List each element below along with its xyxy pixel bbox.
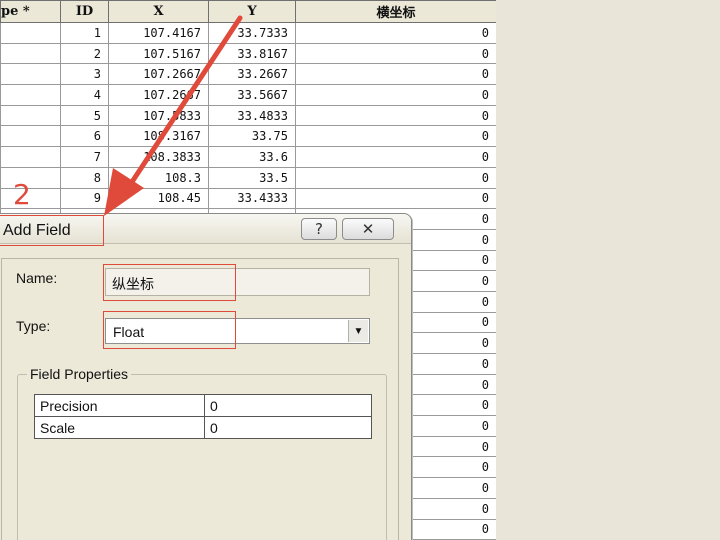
annotation-step-number: 2 xyxy=(13,178,31,211)
annotation-overlay: 2 xyxy=(13,15,243,216)
annotation-arrow-shaft xyxy=(125,15,243,191)
